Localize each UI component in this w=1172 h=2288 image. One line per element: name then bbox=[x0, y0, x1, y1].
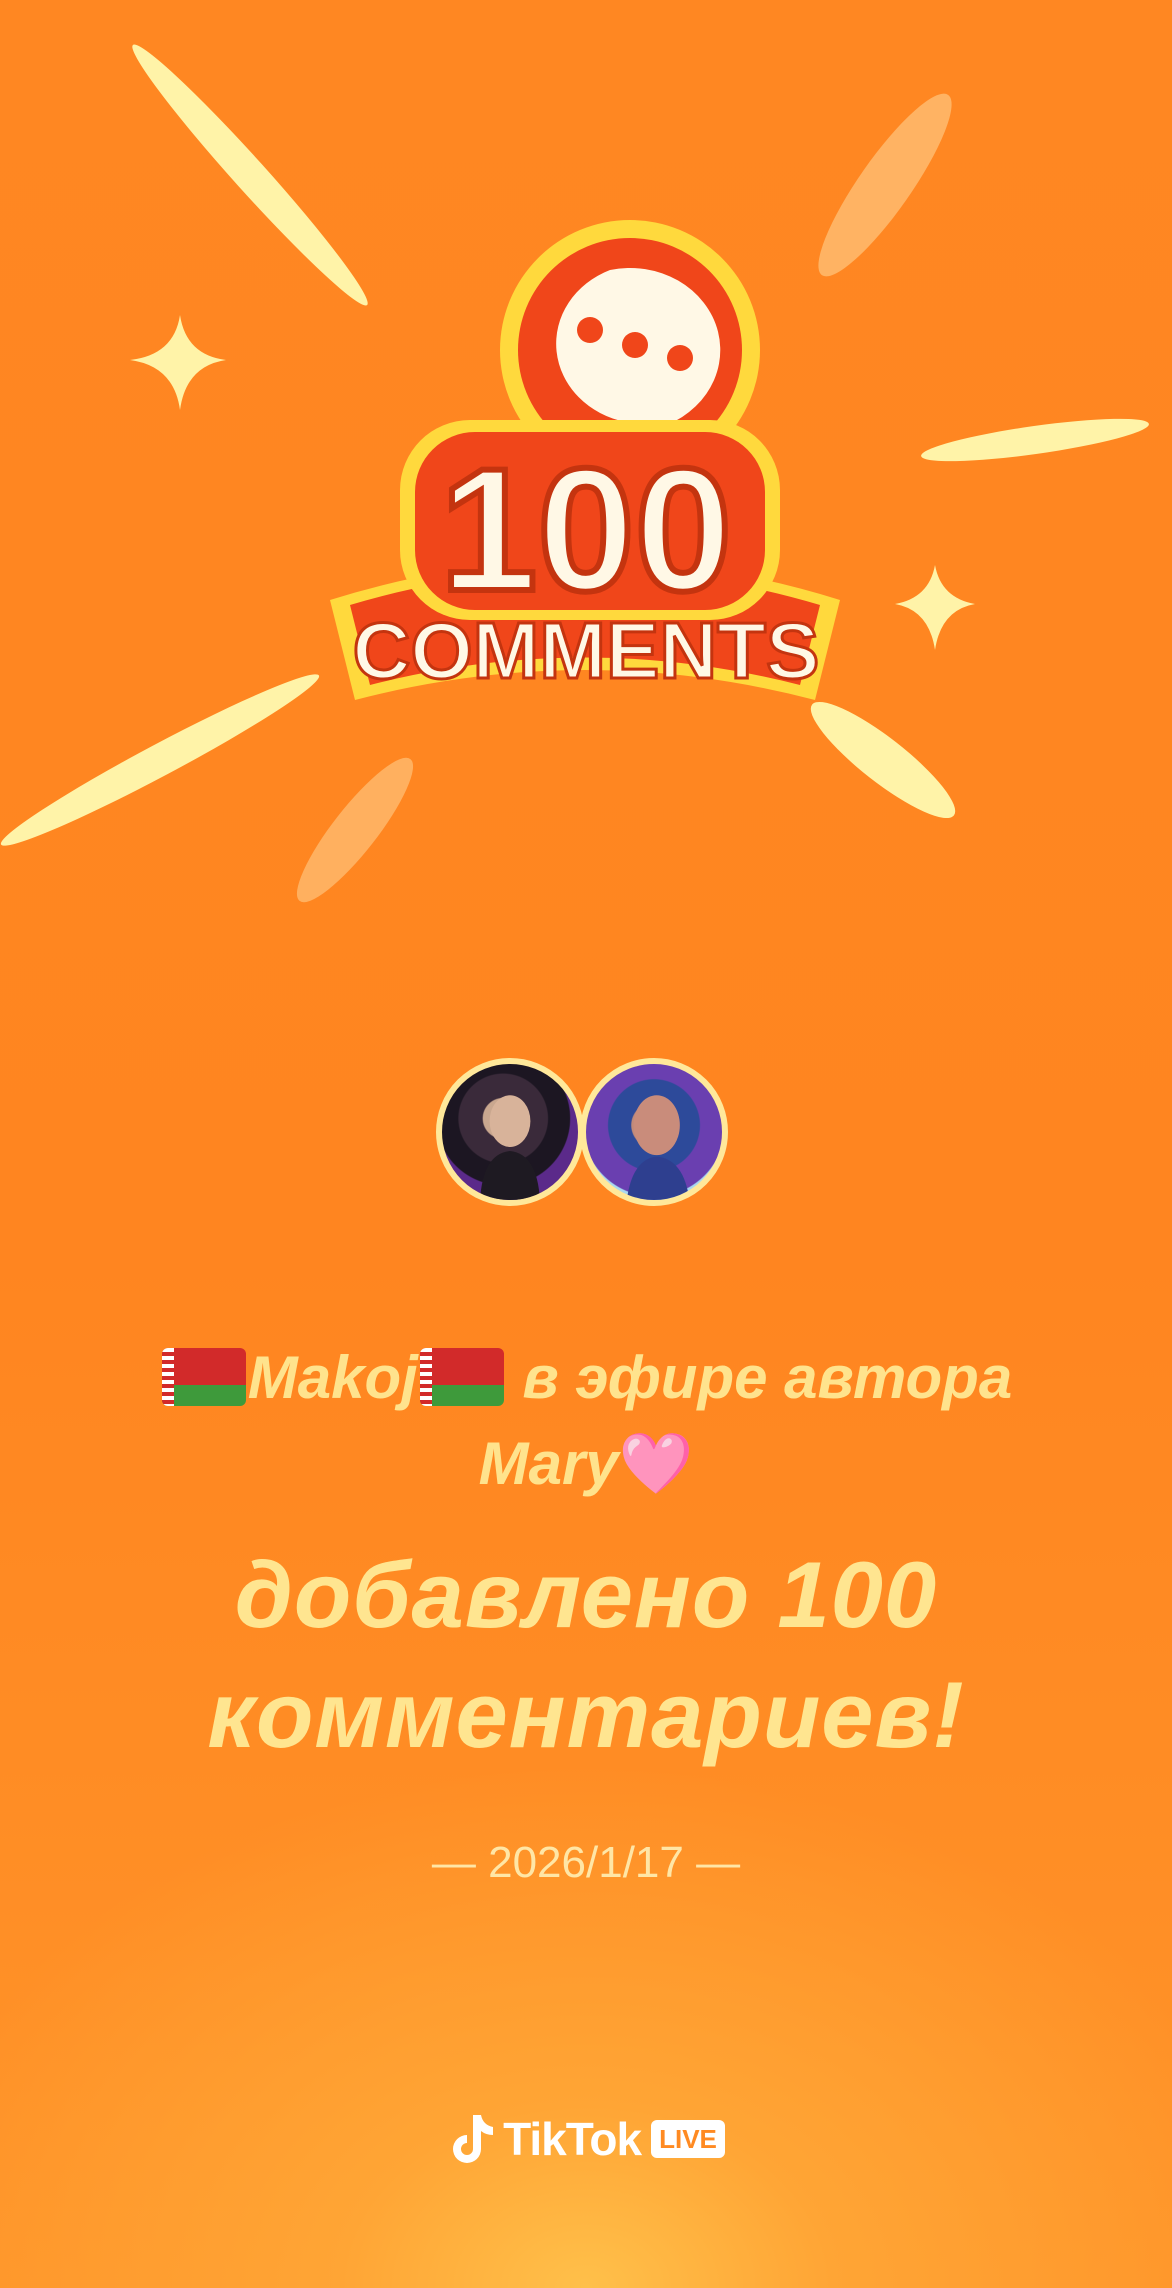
milestone-title: добавлено 100 комментариев! bbox=[40, 1535, 1132, 1775]
brand-name: TikTok bbox=[503, 2113, 642, 2165]
comments-badge-illustration: 100 COMMENTS bbox=[0, 44, 1149, 903]
milestone-line-2: комментариев! bbox=[207, 1662, 965, 1767]
person-icon bbox=[480, 1095, 540, 1200]
milestone-screen: 100 COMMENTS Makoj в эфире автора Mary🩷 … bbox=[0, 0, 1172, 2288]
participants bbox=[0, 1058, 1172, 1228]
tiktok-note-icon bbox=[453, 2115, 494, 2163]
viewer-avatar[interactable] bbox=[436, 1058, 584, 1206]
person-icon bbox=[626, 1095, 690, 1200]
pink-heart-icon: 🩷 bbox=[618, 1430, 694, 1497]
host-avatar[interactable] bbox=[580, 1058, 728, 1206]
belarus-flag-icon bbox=[161, 1348, 246, 1406]
viewer-name[interactable]: Makoj bbox=[248, 1344, 418, 1411]
live-tag: LIVE bbox=[651, 2120, 725, 2158]
tiktok-live-logo: TikTok LIVE bbox=[447, 2112, 725, 2166]
host-name[interactable]: Mary bbox=[479, 1430, 619, 1497]
badge-word: COMMENTS bbox=[353, 606, 820, 695]
milestone-line-1: добавлено 100 bbox=[234, 1542, 938, 1647]
footer: TikTok LIVE bbox=[0, 2112, 1172, 2170]
belarus-flag-icon bbox=[419, 1348, 504, 1406]
badge-number: 100 bbox=[440, 433, 732, 628]
milestone-date: — 2026/1/17 — bbox=[431, 1838, 741, 1887]
milestone-headline: Makoj в эфире автора Mary🩷 bbox=[80, 1335, 1092, 1507]
headline-middle-text: в эфире автора bbox=[522, 1344, 1013, 1411]
